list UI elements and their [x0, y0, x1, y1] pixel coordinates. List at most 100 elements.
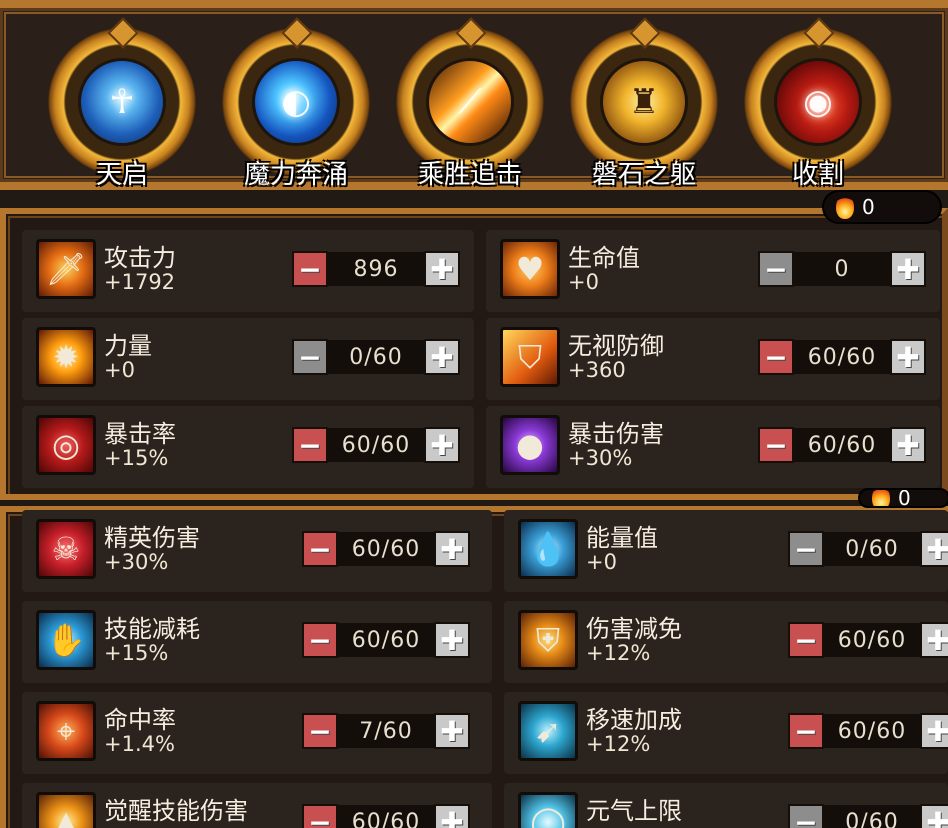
increase-button[interactable]: ✚ — [890, 339, 926, 375]
stat-bonus: +0 — [568, 270, 599, 294]
stat-label: 精英伤害 — [104, 524, 200, 552]
decrease-button[interactable]: − — [292, 427, 328, 463]
stat-value: 0/60 — [824, 805, 920, 828]
stat-bonus: +0 — [104, 358, 135, 382]
skill-tianqi[interactable]: ☥ 天启 — [40, 24, 200, 190]
stat-stepper: −0 ✚ — [758, 251, 926, 287]
increase-button[interactable]: ✚ — [434, 713, 470, 749]
skill-stone-body[interactable]: ♜ 磐石之躯 — [562, 24, 722, 190]
flame-icon — [872, 490, 890, 506]
demon-skull-icon: ☠ — [36, 519, 96, 579]
increase-button[interactable]: ✚ — [920, 804, 948, 828]
stat-value: 896 — [328, 252, 424, 286]
decrease-button[interactable]: − — [758, 427, 794, 463]
decrease-button[interactable]: − — [302, 622, 338, 658]
increase-button[interactable]: ✚ — [424, 251, 460, 287]
stat-stepper: −896 ✚ — [292, 251, 460, 287]
stat-label: 技能减耗 — [104, 615, 200, 643]
currency-badge: 0 — [822, 190, 942, 224]
energy-drop-icon: 💧 — [518, 519, 578, 579]
stat-row: ✋ 技能减耗 +15% −60/60 ✚ — [22, 601, 492, 683]
skill-pursuit[interactable]: ⟋ 乘胜追击 — [388, 24, 548, 190]
increase-button[interactable]: ✚ — [890, 427, 926, 463]
stat-bonus: +360 — [568, 358, 626, 382]
shield-pierce-icon: ⛉ — [500, 327, 560, 387]
stat-value: 0/60 — [328, 340, 424, 374]
stat-value: 60/60 — [338, 623, 434, 657]
stat-value: 0 — [794, 252, 890, 286]
decrease-button[interactable]: − — [788, 531, 824, 567]
decrease-button[interactable]: − — [788, 622, 824, 658]
stat-value: 0/60 — [824, 532, 920, 566]
stat-bonus: +30% — [568, 446, 633, 470]
stat-row: ✹ 力量 +0 −0/60 ✚ — [22, 318, 474, 400]
decrease-button[interactable]: − — [758, 251, 794, 287]
stat-bonus: +15% — [104, 641, 169, 665]
stat-bonus: +15% — [104, 446, 169, 470]
power-burst-icon: ✹ — [36, 327, 96, 387]
stat-label: 生命值 — [568, 244, 640, 272]
currency-value: 0 — [898, 488, 911, 508]
skill-name: 收割 — [791, 160, 844, 190]
stat-row: 🗡 攻击力 +1792 −896 ✚ — [22, 230, 474, 312]
increase-button[interactable]: ✚ — [920, 622, 948, 658]
stat-stepper: −60/60 ✚ — [292, 427, 460, 463]
skill-name: 乘胜追击 — [417, 160, 522, 190]
stat-value: 60/60 — [338, 532, 434, 566]
stat-row: ⛨ 伤害减免 +12% −60/60 ✚ — [504, 601, 948, 683]
stat-stepper: −0/60 ✚ — [292, 339, 460, 375]
decrease-button[interactable]: − — [788, 713, 824, 749]
increase-button[interactable]: ✚ — [424, 427, 460, 463]
heart-icon: ♥ — [500, 239, 560, 299]
increase-button[interactable]: ✚ — [434, 531, 470, 567]
mana-surge-icon: ◐ — [252, 58, 340, 146]
stat-bonus: +0 — [586, 550, 617, 574]
stat-stepper: −0/60 ✚ — [788, 804, 948, 828]
decrease-button[interactable]: − — [788, 804, 824, 828]
speed-boot-icon: ➹ — [518, 701, 578, 761]
stat-value: 7/60 — [338, 714, 434, 748]
decrease-button[interactable]: − — [302, 531, 338, 567]
vital-ring-icon: ◯ — [518, 792, 578, 828]
crit-swirl-icon: ◎ — [36, 415, 96, 475]
stat-row: ▲ 觉醒技能伤害 −60/60 ✚ — [22, 783, 492, 828]
increase-button[interactable]: ✚ — [890, 251, 926, 287]
skill-bar: ☥ 天启 ◐ 魔力奔涌 ⟋ 乘胜追击 ♜ 磐石之躯 ◉ 收割 — [0, 0, 948, 190]
stat-stepper: −60/60 ✚ — [788, 622, 948, 658]
stat-bonus: +1.4% — [104, 732, 175, 756]
stat-value: 60/60 — [338, 805, 434, 828]
decrease-button[interactable]: − — [758, 339, 794, 375]
awaken-flame-icon: ▲ — [36, 792, 96, 828]
stat-row: ➹ 移速加成 +12% −60/60 ✚ — [504, 692, 948, 774]
skill-mana-surge[interactable]: ◐ 魔力奔涌 — [214, 24, 374, 190]
stat-stepper: −60/60 ✚ — [758, 339, 926, 375]
increase-button[interactable]: ✚ — [920, 531, 948, 567]
decrease-button[interactable]: − — [292, 339, 328, 375]
skill-name: 魔力奔涌 — [243, 160, 348, 190]
stat-label: 能量值 — [586, 524, 658, 552]
increase-button[interactable]: ✚ — [434, 622, 470, 658]
crit-orb-icon: ● — [500, 415, 560, 475]
stone-body-icon: ♜ — [600, 58, 688, 146]
decrease-button[interactable]: − — [292, 251, 328, 287]
flame-icon — [836, 195, 854, 219]
figure-aura-icon: ☥ — [78, 58, 166, 146]
decrease-button[interactable]: − — [302, 713, 338, 749]
stat-label: 攻击力 — [104, 244, 176, 272]
skill-harvest[interactable]: ◉ 收割 — [736, 24, 896, 190]
stat-row: ⌖ 命中率 +1.4% −7/60 ✚ — [22, 692, 492, 774]
stat-label: 觉醒技能伤害 — [104, 797, 248, 825]
skill-name: 磐石之躯 — [591, 160, 696, 190]
stat-label: 移速加成 — [586, 706, 682, 734]
stat-stepper: −60/60 ✚ — [758, 427, 926, 463]
increase-button[interactable]: ✚ — [920, 713, 948, 749]
stat-value: 60/60 — [794, 428, 890, 462]
stat-stepper: −60/60 ✚ — [788, 713, 948, 749]
increase-button[interactable]: ✚ — [434, 804, 470, 828]
pursuit-slash-icon: ⟋ — [426, 58, 514, 146]
decrease-button[interactable]: − — [302, 804, 338, 828]
increase-button[interactable]: ✚ — [424, 339, 460, 375]
skill-name: 天启 — [95, 160, 148, 190]
stat-label: 伤害减免 — [586, 615, 682, 643]
stat-row: 💧 能量值 +0 −0/60 ✚ — [504, 510, 948, 592]
